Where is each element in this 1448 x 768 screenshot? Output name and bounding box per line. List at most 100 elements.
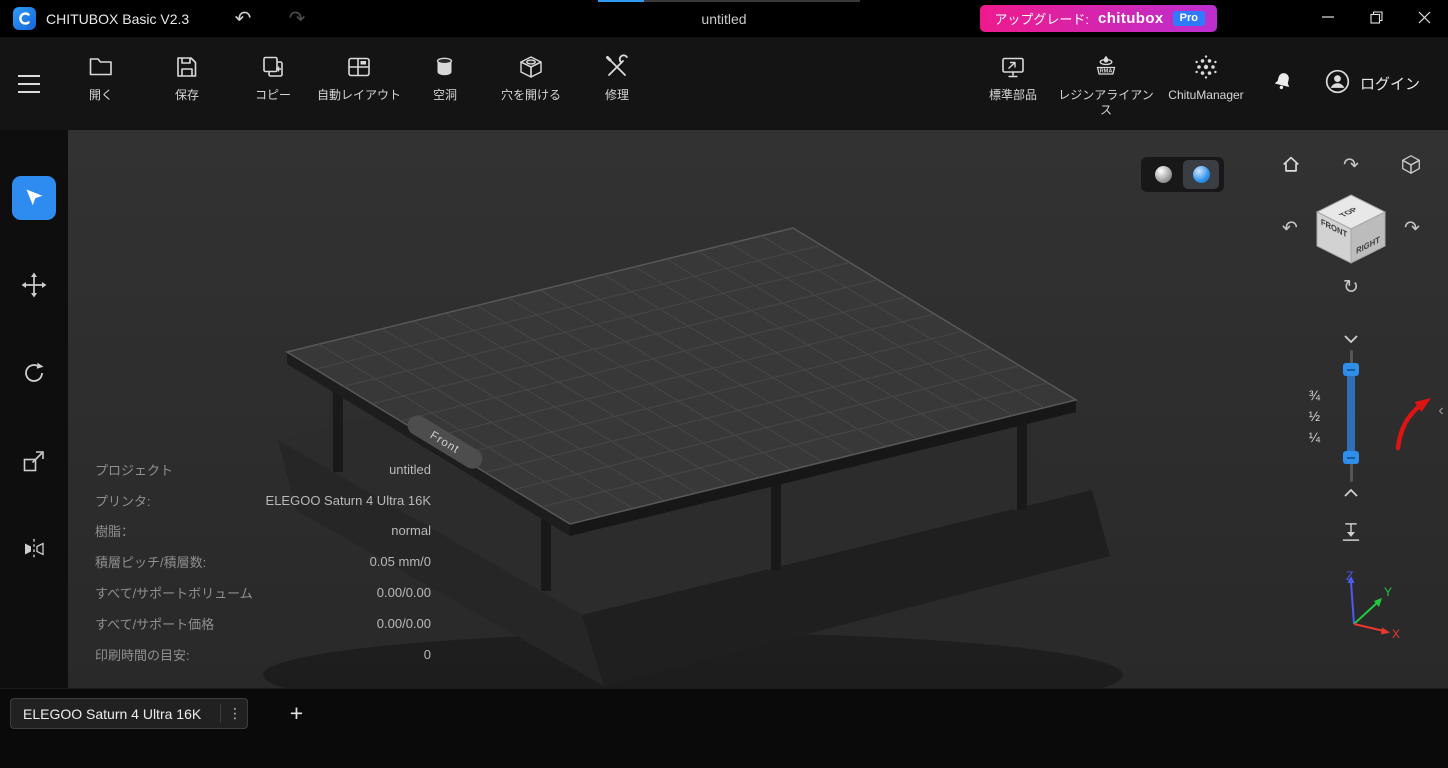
chitumanager-icon — [1192, 53, 1220, 81]
info-row: 積層ピッチ/積層数: 0.05 mm/0 — [95, 554, 431, 571]
resin-alliance-button[interactable]: RMA レジンアライアンス — [1056, 53, 1156, 130]
render-mode-solid-button[interactable] — [1146, 160, 1182, 189]
rotate-tool-button[interactable] — [12, 352, 56, 396]
main-menu-button[interactable] — [0, 37, 58, 130]
scale-tool-button[interactable] — [12, 440, 56, 484]
undo-icon: ↶ — [234, 7, 252, 30]
clip-fraction-quarter: ¼ — [1308, 430, 1320, 445]
open-button[interactable]: 開く — [58, 53, 144, 130]
bottombar: ELEGOO Saturn 4 Ultra 16K ⋮ + — [0, 688, 1448, 768]
clip-range-slider[interactable] — [1337, 350, 1365, 482]
repair-tools-icon — [603, 53, 631, 81]
panel-collapse-button[interactable]: ‹ — [1434, 396, 1448, 426]
dig-hole-icon — [517, 53, 545, 81]
auto-layout-label: 自動レイアウト — [316, 88, 401, 102]
cube-view-icon — [1400, 153, 1422, 181]
axis-y-label: Y — [1384, 585, 1392, 599]
toolbar-left-group: 開く 保存 コピー 自動レイアウト 空洞 穴を開ける 修理 — [58, 37, 660, 130]
axis-x-label: X — [1392, 627, 1400, 641]
close-button[interactable] — [1400, 0, 1448, 37]
undo-button[interactable]: ↶ — [228, 4, 258, 34]
login-label: ログイン — [1359, 76, 1420, 93]
notifications-button[interactable] — [1264, 65, 1302, 103]
orbit-left-icon: ↶ — [1282, 217, 1298, 239]
hollow-button[interactable]: 空洞 — [402, 53, 488, 130]
info-row: 印刷時間の目安: 0 — [95, 646, 431, 663]
repair-button[interactable]: 修理 — [574, 53, 660, 130]
chitubox-brand-text: chitubox — [1097, 10, 1164, 27]
dig-hole-button[interactable]: 穴を開ける — [488, 53, 574, 130]
chitubox-logo-icon — [13, 7, 36, 30]
document-tab[interactable]: untitled — [701, 0, 746, 37]
minimize-button[interactable] — [1304, 0, 1352, 37]
svg-text:RMA: RMA — [1100, 69, 1113, 75]
resin-alliance-icon: RMA — [1092, 53, 1120, 81]
rotate-reset-icon: ↻ — [1343, 276, 1359, 298]
toolbar-right-group: 標準部品 RMA レジンアライアンス ChituManager — [970, 37, 1256, 130]
app-title: CHITUBOX Basic V2.3 — [46, 10, 190, 27]
view-tool-button[interactable] — [12, 176, 56, 220]
save-icon — [173, 53, 201, 81]
clip-fraction-half: ½ — [1308, 409, 1320, 424]
drop-to-plate-button[interactable] — [1334, 518, 1368, 552]
reset-rotation-button[interactable]: ↻ — [1336, 272, 1366, 302]
restore-icon — [1369, 10, 1383, 27]
mirror-tool-button[interactable] — [12, 528, 56, 572]
render-mode-toggle — [1141, 157, 1224, 192]
viewport-3d[interactable]: Front プロジェクト untitled プリンタ: ELEGOO Saturn … — [68, 130, 1448, 688]
standard-parts-label: 標準部品 — [988, 88, 1037, 102]
move-tool-button[interactable] — [12, 264, 56, 308]
standard-parts-icon — [999, 53, 1027, 81]
hamburger-icon — [18, 74, 40, 93]
chitumanager-label: ChituManager — [1168, 88, 1244, 102]
clip-fraction-three-quarters: ¾ — [1308, 388, 1320, 403]
restore-button[interactable] — [1352, 0, 1400, 37]
toolbar: 開く 保存 コピー 自動レイアウト 空洞 穴を開ける 修理 標準部品 RMA レ… — [0, 37, 1448, 130]
copy-button[interactable]: コピー — [230, 53, 316, 130]
clip-step-up-button[interactable] — [1336, 478, 1366, 508]
notifications-bell-icon — [1271, 70, 1295, 97]
standard-parts-button[interactable]: 標準部品 — [970, 53, 1056, 130]
pro-badge: Pro — [1172, 11, 1205, 26]
orbit-up-icon: ↷ — [1343, 154, 1359, 176]
drop-to-plate-icon — [1338, 519, 1364, 551]
clip-slider-range[interactable] — [1347, 370, 1355, 456]
isometric-view-button[interactable] — [1396, 152, 1426, 182]
save-button[interactable]: 保存 — [144, 53, 230, 130]
login-button[interactable]: ログイン — [1316, 63, 1428, 105]
orbit-right-icon: ↷ — [1404, 217, 1420, 239]
solid-sphere-icon — [1155, 166, 1173, 183]
titlebar: CHITUBOX Basic V2.3 ↶ ↷ untitled アップグレード… — [0, 0, 1448, 37]
clip-slider-handle-top[interactable] — [1343, 363, 1359, 376]
home-icon — [1280, 153, 1302, 181]
auto-layout-icon — [345, 53, 373, 81]
app-window: CHITUBOX Basic V2.3 ↶ ↷ untitled アップグレード… — [0, 0, 1448, 768]
repair-label: 修理 — [604, 88, 629, 102]
printer-name: ELEGOO Saturn 4 Ultra 16K — [23, 705, 202, 722]
print-info-panel: プロジェクト untitled プリンタ: ELEGOO Saturn 4 Ultr… — [95, 454, 431, 670]
view-cube[interactable]: TOP FRONT RIGHT — [1313, 191, 1389, 267]
xray-sphere-icon — [1192, 166, 1210, 183]
move-arrows-icon — [21, 272, 47, 301]
add-plate-button[interactable]: + — [281, 698, 312, 729]
minimize-icon — [1322, 11, 1334, 26]
orbit-left-button[interactable]: ↶ — [1275, 213, 1305, 243]
orbit-right-button[interactable]: ↷ — [1397, 213, 1427, 243]
chevron-down-icon — [1343, 328, 1359, 350]
copy-label: コピー — [254, 88, 291, 102]
chitumanager-button[interactable]: ChituManager — [1156, 53, 1256, 130]
upgrade-button[interactable]: アップグレード: chitubox Pro — [980, 5, 1217, 32]
avatar-icon — [1324, 68, 1351, 99]
hollow-label: 空洞 — [432, 88, 457, 102]
auto-layout-button[interactable]: 自動レイアウト — [316, 53, 402, 130]
redo-button[interactable]: ↷ — [282, 4, 312, 34]
info-row: プリンタ: ELEGOO Saturn 4 Ultra 16K — [95, 492, 431, 509]
kebab-menu-icon[interactable]: ⋮ — [223, 705, 247, 722]
close-icon — [1418, 11, 1431, 27]
orbit-up-button[interactable]: ↷ — [1336, 150, 1366, 180]
view-home-button[interactable] — [1276, 152, 1306, 182]
clip-slider-handle-bottom[interactable] — [1343, 451, 1359, 464]
upgrade-label: アップグレード: — [994, 12, 1089, 27]
render-mode-xray-button[interactable] — [1183, 160, 1220, 189]
printer-select-button[interactable]: ELEGOO Saturn 4 Ultra 16K ⋮ — [10, 698, 248, 729]
